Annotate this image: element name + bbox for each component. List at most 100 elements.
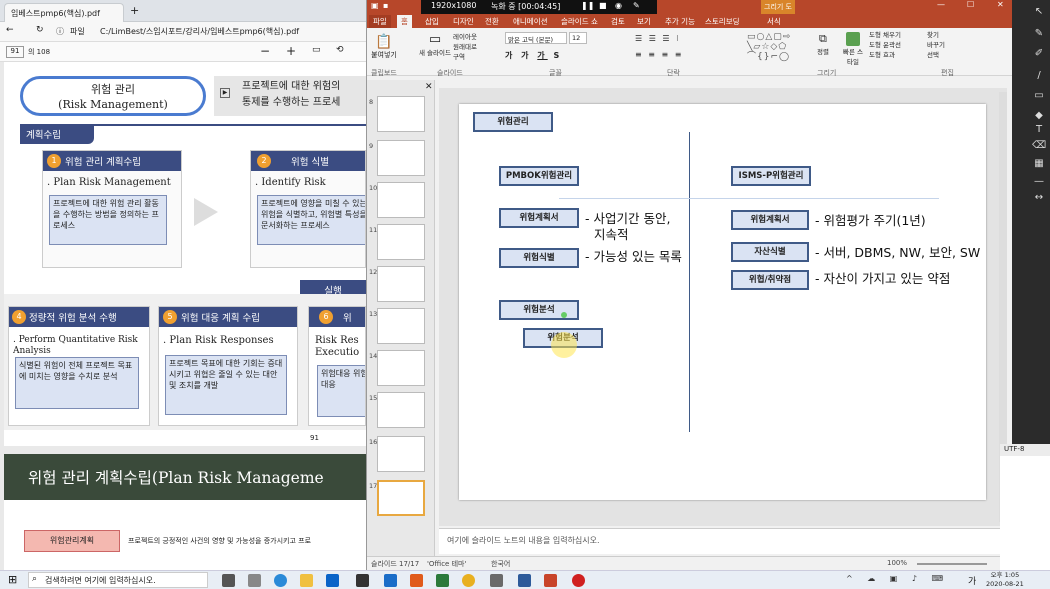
- thumb-slide-12[interactable]: [377, 266, 425, 302]
- reset-button[interactable]: 원래대로: [453, 42, 477, 52]
- start-icon[interactable]: ⊞: [8, 573, 17, 586]
- font-style-buttons[interactable]: 가 가 가 S: [505, 50, 562, 61]
- find-button[interactable]: 찾기: [927, 30, 945, 40]
- fit-page-icon[interactable]: ▭: [312, 45, 321, 55]
- left-box-2[interactable]: 위험식별: [499, 248, 579, 268]
- clock[interactable]: 오후 1:05 2020-08-21: [986, 571, 1024, 589]
- paragraph-buttons[interactable]: ☰ ☰ ☰ ⁝: [635, 34, 681, 43]
- thumb-slide-10[interactable]: [377, 182, 425, 218]
- right-text-3[interactable]: - 자산이 가지고 있는 약점: [815, 268, 950, 287]
- tab-addins[interactable]: 추가 기능: [661, 15, 699, 28]
- explorer-icon[interactable]: [300, 574, 313, 587]
- chrome-icon[interactable]: [462, 574, 475, 587]
- pen-icon[interactable]: ✎: [633, 1, 640, 10]
- maximize-icon[interactable]: ☐: [967, 0, 974, 9]
- back-icon[interactable]: ←: [6, 25, 14, 35]
- recorder-icon[interactable]: [572, 574, 585, 587]
- brush-tool-icon[interactable]: /: [1032, 70, 1046, 84]
- tab-format[interactable]: 서식: [763, 15, 785, 28]
- tab-transitions[interactable]: 전환: [481, 15, 503, 28]
- fill-tool-icon[interactable]: ◆: [1032, 110, 1046, 124]
- stop-icon[interactable]: ■: [599, 1, 607, 10]
- rect-tool-icon[interactable]: ▭: [1032, 90, 1046, 104]
- minus-tool-icon[interactable]: —: [1032, 176, 1046, 190]
- rotate-icon[interactable]: ⟲: [336, 45, 344, 55]
- thumb-slide-14[interactable]: [377, 350, 425, 386]
- thumb-slide-13[interactable]: [377, 308, 425, 344]
- new-slide-button[interactable]: ▭ 새 슬라이드: [419, 32, 451, 62]
- thumb-slide-8[interactable]: [377, 96, 425, 132]
- shape-outline-button[interactable]: 도형 윤곽선: [869, 40, 901, 50]
- settings-icon[interactable]: [248, 574, 261, 587]
- tab-animations[interactable]: 애니메이션: [509, 15, 552, 28]
- page-number-input[interactable]: 91: [6, 46, 24, 58]
- address-url[interactable]: C:/LimBest/스임시포트/강리사/임베스트pmp6(핵심).pdf: [100, 26, 360, 37]
- powerpoint-icon[interactable]: [544, 574, 557, 587]
- quick-style-button[interactable]: 빠른 스타일: [841, 32, 865, 66]
- store-icon[interactable]: [356, 574, 369, 587]
- taskbar-search[interactable]: ⌕ 검색하려면 여기에 입력하십시오.: [28, 572, 208, 588]
- left-text-2[interactable]: - 가능성 있는 목록: [585, 246, 682, 265]
- eraser-tool-icon[interactable]: ⌫: [1032, 140, 1046, 154]
- edge-icon[interactable]: [274, 574, 287, 587]
- word-icon[interactable]: [384, 574, 397, 587]
- left-header[interactable]: PMBOK위험관리: [499, 166, 579, 186]
- excel-icon[interactable]: [436, 574, 449, 587]
- pause-icon[interactable]: ❚❚: [581, 1, 594, 10]
- expand-tool-icon[interactable]: ↔: [1032, 192, 1046, 206]
- right-text-1[interactable]: - 위험평가 주기(1년): [815, 210, 926, 229]
- pen-tool-icon[interactable]: ✐: [1032, 48, 1046, 62]
- tab-storyboarding[interactable]: 스토리보딩: [701, 15, 744, 28]
- refresh-icon[interactable]: ↻: [36, 25, 44, 35]
- tab-design[interactable]: 디자인: [449, 15, 478, 28]
- left-text-1b[interactable]: 지속적: [594, 224, 629, 243]
- tab-file[interactable]: 파일: [369, 15, 391, 28]
- font-size-select[interactable]: 12: [569, 32, 587, 44]
- pdf-tab[interactable]: 임베스트pmp6(핵심).pdf: [4, 3, 124, 22]
- zoom-in-icon[interactable]: +: [286, 44, 296, 58]
- thumb-slide-9[interactable]: [377, 140, 425, 176]
- new-tab-icon[interactable]: +: [130, 4, 139, 17]
- cursor-tool-icon[interactable]: ↖: [1032, 6, 1046, 20]
- shapes-gallery[interactable]: ▭○△▢⇨ ╲▱☆◇⬠ ⌒{}⌐◯: [747, 32, 815, 64]
- notes-pane[interactable]: 여기에 슬라이드 노트의 내용을 입력하십시오.: [439, 528, 1007, 554]
- thumb-slide-17-selected[interactable]: [377, 480, 425, 516]
- zoom-level[interactable]: 100%: [887, 559, 907, 567]
- camera-icon[interactable]: ◉: [615, 1, 622, 10]
- slide-title-box[interactable]: 위험관리: [473, 112, 553, 132]
- paste-button[interactable]: 📋 붙여넣기: [371, 34, 397, 62]
- grid-tool-icon[interactable]: ▦: [1032, 158, 1046, 172]
- shape-effect-button[interactable]: 도형 효과: [869, 50, 901, 60]
- layout-button[interactable]: 레이아웃: [453, 32, 477, 42]
- tray-icons[interactable]: ^ ☁ ▣ ♪ ⌨: [846, 574, 949, 583]
- align-buttons[interactable]: ≡ ≡ ≡ ≡: [635, 50, 683, 59]
- right-box-1[interactable]: 위험계획서: [731, 210, 809, 230]
- ime-indicator[interactable]: 가: [968, 574, 976, 587]
- thumb-slide-16[interactable]: [377, 436, 425, 472]
- shape-fill-button[interactable]: 도형 채우기: [869, 30, 901, 40]
- close-pane-icon[interactable]: ✕: [425, 82, 433, 92]
- replace-button[interactable]: 바꾸기: [927, 40, 945, 50]
- thumb-slide-15[interactable]: [377, 392, 425, 428]
- pencil-tool-icon[interactable]: ✎: [1032, 28, 1046, 42]
- tab-review[interactable]: 검토: [607, 15, 629, 28]
- thumb-slide-11[interactable]: [377, 224, 425, 260]
- mail-icon[interactable]: [326, 574, 339, 587]
- tab-home[interactable]: 홈: [397, 15, 412, 28]
- zoom-slider[interactable]: [917, 563, 987, 565]
- right-box-2[interactable]: 자산식별: [731, 242, 809, 262]
- app-icon[interactable]: [490, 574, 503, 587]
- arrange-button[interactable]: ⧉ 정렬: [817, 32, 829, 56]
- select-button[interactable]: 선택: [927, 50, 945, 60]
- left-box-3[interactable]: 위험분석: [499, 300, 579, 320]
- zoom-out-icon[interactable]: −: [260, 44, 270, 58]
- close-icon[interactable]: ✕: [997, 0, 1004, 9]
- tab-insert[interactable]: 삽입: [421, 15, 443, 28]
- right-box-3[interactable]: 위협/취약점: [731, 270, 809, 290]
- office-icon[interactable]: [410, 574, 423, 587]
- tab-slideshow[interactable]: 슬라이드 쇼: [557, 15, 602, 28]
- left-box-1[interactable]: 위험계획서: [499, 208, 579, 228]
- right-header[interactable]: ISMS-P위험관리: [731, 166, 811, 186]
- minimize-icon[interactable]: —: [937, 0, 945, 9]
- rotate-handle-icon[interactable]: [561, 312, 567, 318]
